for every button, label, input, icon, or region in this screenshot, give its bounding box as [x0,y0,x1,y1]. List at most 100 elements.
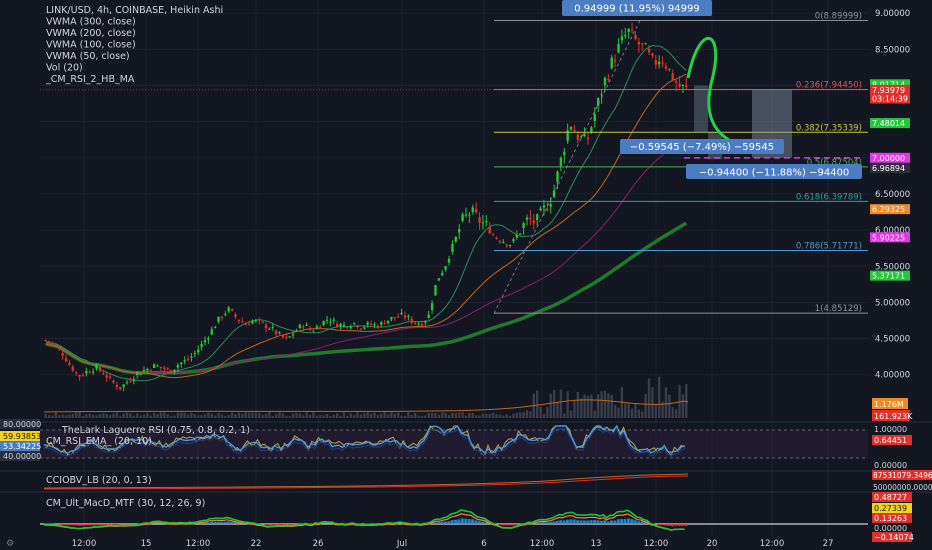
candle-body [64,358,68,362]
volume-bar [458,412,461,418]
volume-bar [654,404,657,418]
fib-label: 0.382(7.35339) [796,123,862,133]
candle-body [322,320,325,326]
volume-bar [95,415,98,418]
volume-bar [342,412,346,418]
macd-hist-bar [657,524,661,525]
volume-bar [122,413,125,418]
macd-hist-bar [437,522,441,524]
volume-bar [190,412,193,418]
volume-bar [386,414,390,418]
macd-hist-bar [559,520,563,524]
candle-body [81,375,85,377]
volume-bar [624,403,627,418]
candle-body [586,137,590,140]
candle-body [237,319,241,321]
macd-hist-bar [94,524,98,525]
price-tag-text: 5.37171 [872,272,905,281]
price-tag-text: 7.00000 [872,154,905,163]
volume-bar [488,413,491,418]
macd-hist-bar [582,520,586,524]
volume-bar [525,410,529,418]
macd-hist-bar [101,524,105,525]
volume-bar [552,389,556,418]
macd-hist-bar [664,524,668,526]
candle-body [583,134,586,137]
macd-hist-bar [91,524,95,526]
candle-body [244,324,247,326]
macd-hist-bar [291,524,295,525]
volume-bar [193,414,197,418]
volume-bar [657,376,661,418]
macd-hist-bar [67,524,71,526]
candle-body [254,319,258,321]
volume-bar [593,410,596,418]
candle-body [654,59,657,65]
indicator-label: VWMA (50, close) [46,51,130,62]
fib-label: 0.786(5.71771) [796,242,862,252]
macd-hist-bar [620,519,624,524]
candle-body [274,330,278,335]
candle-body [207,338,210,340]
candle-body [105,375,108,378]
macd-hist-bar [501,524,505,526]
macd-hist-bar [460,518,464,524]
macd-hist-bar [596,520,600,524]
macd-hist-bar [681,524,685,527]
volume-bar [491,412,495,418]
candle-body [410,318,413,323]
macd-hist-bar [603,520,607,524]
macd-hist-bar [98,524,102,526]
volume-bar [519,412,522,418]
volume-bar [617,407,620,418]
candle-body [180,362,183,364]
symbol-title: LINK/USD, 4h, COINBASE, Heikin Ashi [46,5,223,16]
candle-body [251,320,254,324]
volume-bar [51,415,54,418]
volume-bar [258,412,261,418]
volume-bar [54,412,58,418]
volume-bar [152,413,156,418]
fib-label: 0.236(7.94450) [796,81,862,91]
volume-bar [393,413,397,418]
candle-body [159,366,163,368]
candle-body [441,272,444,276]
macd-hist-bar [498,524,502,525]
time-tick: Jul [396,539,407,549]
macd-hist-bar [640,521,644,524]
volume-bar [61,414,64,418]
volume-bar [563,413,566,418]
candle-body [197,349,200,353]
macd-hist-bar [660,524,664,526]
volume-bar [102,413,105,418]
volume-bar [200,415,203,418]
candle-body [491,234,495,236]
candle-body [102,373,105,375]
volume-bar [85,414,88,418]
volume-tag-text: 161.923K [874,412,913,421]
candle-body [342,324,346,326]
candle-body [624,35,627,37]
volume-bar [607,393,610,418]
volume-bar [376,414,380,418]
candle-body [542,205,546,208]
volume-bar [580,398,583,418]
indicator-label: _CM_RSI_2_HB_MA [45,74,135,85]
macd-hist-bar [284,524,288,525]
candle-body [305,324,308,326]
cciobv-title: CCIOBV_LB (20, 0, 13) [46,475,152,486]
candle-body [580,136,583,138]
macd-hist-bar [471,519,474,524]
macd-hist-bar [569,519,573,524]
candle-body [149,369,152,371]
macd-hist-bar [274,524,278,525]
candle-body [108,376,112,378]
settings-icon[interactable]: ⚙ [6,539,14,549]
volume-bar [369,413,373,418]
volume-bar [305,412,308,418]
projection-box [694,85,708,133]
candle-body [339,323,342,326]
candle-body [481,222,485,224]
volume-bar [573,401,576,418]
volume-bar [207,412,210,418]
